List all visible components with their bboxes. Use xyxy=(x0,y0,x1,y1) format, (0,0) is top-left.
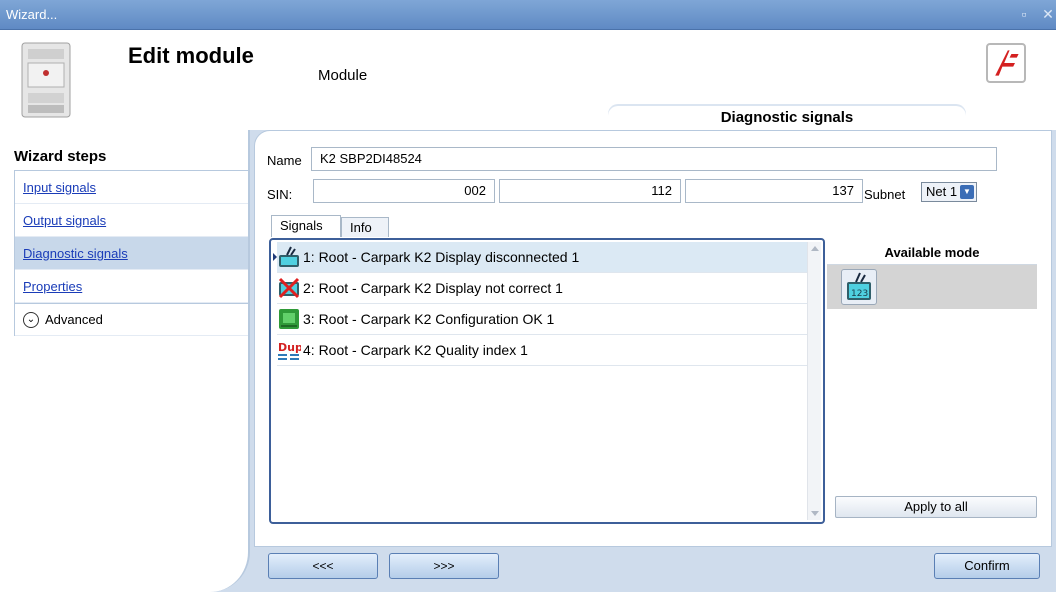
apply-to-all-button[interactable]: Apply to all xyxy=(835,496,1037,518)
window-titlebar: Wizard... ▫ ✕ xyxy=(0,0,1056,30)
confirm-button[interactable]: Confirm xyxy=(934,553,1040,579)
page-title: Edit module xyxy=(128,43,254,68)
signal-row[interactable]: 2: Root - Carpark K2 Display not correct… xyxy=(277,273,807,304)
signal-row[interactable]: Dup 4: Root - Carpark K2 Quality index 1 xyxy=(277,335,807,366)
step-label[interactable]: Diagnostic signals xyxy=(23,246,128,261)
module-device-icon xyxy=(21,42,71,118)
step-diagnostic-signals[interactable]: Diagnostic signals xyxy=(15,237,248,270)
window-title: Wizard... xyxy=(6,7,58,22)
section-tab-diagnostic-signals: Diagnostic signals xyxy=(608,106,966,130)
subnet-value: Net 1 xyxy=(926,184,958,199)
signal-text: 3: Root - Carpark K2 Configuration OK 1 xyxy=(303,311,555,327)
svg-text:123: 123 xyxy=(851,289,868,299)
step-output-signals[interactable]: Output signals xyxy=(15,204,248,237)
advanced-expander[interactable]: ⌄ Advanced xyxy=(15,303,248,336)
signal-row[interactable]: 1: Root - Carpark K2 Display disconnecte… xyxy=(273,242,807,273)
wizard-steps-panel: Wizard steps Input signals Output signal… xyxy=(0,130,250,592)
display-disconnected-icon xyxy=(279,246,299,267)
quality-index-icon: Dup xyxy=(278,341,301,360)
available-mode-title: Available mode xyxy=(827,241,1037,265)
main-panel: Name K2 SBP2DI48524 SIN: 002 112 137 Sub… xyxy=(254,130,1052,547)
signals-scrollbar[interactable] xyxy=(807,242,821,520)
available-mode-panel: Available mode 123 Apply to all xyxy=(827,241,1037,524)
configuration-ok-icon xyxy=(279,309,299,329)
chevron-down-icon[interactable]: ⌄ xyxy=(23,311,39,328)
advanced-label: Advanced xyxy=(45,312,103,327)
name-label: Name xyxy=(267,153,302,168)
step-label[interactable]: Output signals xyxy=(23,213,106,228)
sin-label: SIN: xyxy=(267,187,293,202)
signal-text: 2: Root - Carpark K2 Display not correct… xyxy=(303,280,563,296)
sin-field-1[interactable]: 002 xyxy=(313,179,495,203)
signal-row[interactable]: 3: Root - Carpark K2 Configuration OK 1 xyxy=(277,304,807,335)
step-input-signals[interactable]: Input signals xyxy=(15,171,248,204)
signal-text: 4: Root - Carpark K2 Quality index 1 xyxy=(303,342,528,358)
close-icon[interactable]: ✕ xyxy=(1040,6,1056,22)
restore-icon[interactable]: ▫ xyxy=(1016,6,1032,22)
svg-text:Dup: Dup xyxy=(278,341,301,354)
step-label[interactable]: Properties xyxy=(23,279,82,294)
body-area: Wizard steps Input signals Output signal… xyxy=(0,130,1056,592)
wizard-steps-title: Wizard steps xyxy=(14,148,107,165)
display-counter-icon: 123 xyxy=(847,272,871,300)
wizard-steps-list: Input signals Output signals Diagnostic … xyxy=(14,170,248,336)
next-button[interactable]: >>> xyxy=(389,553,499,579)
scroll-up-icon[interactable] xyxy=(811,246,819,251)
sin-field-3[interactable]: 137 xyxy=(685,179,863,203)
page-subtitle: Module xyxy=(318,67,368,84)
scroll-down-icon[interactable] xyxy=(811,511,819,516)
brand-logo-icon xyxy=(986,43,1026,83)
display-counter-mode-button[interactable]: 123 xyxy=(841,269,877,305)
name-field[interactable]: K2 SBP2DI48524 xyxy=(311,147,997,171)
step-label[interactable]: Input signals xyxy=(23,180,96,195)
mode-bar: 123 xyxy=(827,265,1037,309)
subnet-select[interactable]: Net 1 ▼ xyxy=(921,182,977,202)
signals-list: 1: Root - Carpark K2 Display disconnecte… xyxy=(269,238,825,524)
chevron-down-icon[interactable]: ▼ xyxy=(960,185,974,199)
display-not-correct-icon xyxy=(278,277,300,299)
signal-text: 1: Root - Carpark K2 Display disconnecte… xyxy=(303,249,580,265)
previous-button[interactable]: <<< xyxy=(268,553,378,579)
tab-signals[interactable]: Signals xyxy=(271,215,341,237)
step-properties[interactable]: Properties xyxy=(15,270,248,303)
subnet-label: Subnet xyxy=(864,187,906,202)
tab-info[interactable]: Info xyxy=(341,217,389,237)
sin-field-2[interactable]: 112 xyxy=(499,179,681,203)
